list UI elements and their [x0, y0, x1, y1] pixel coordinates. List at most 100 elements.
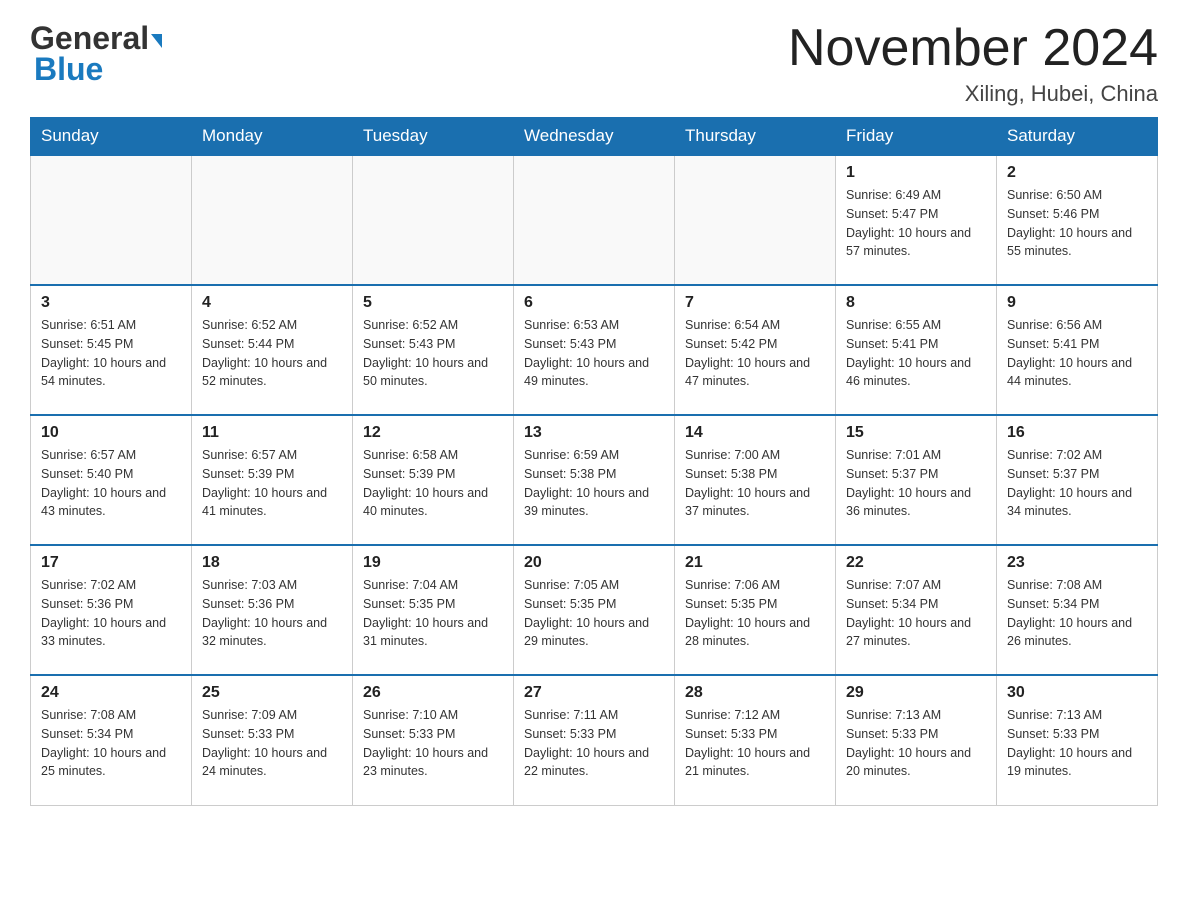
logo-blue-text: Blue — [34, 51, 103, 88]
day-number: 2 — [1007, 164, 1147, 182]
calendar-cell: 13 Sunrise: 6:59 AMSunset: 5:38 PMDayligh… — [514, 415, 675, 545]
day-info: Sunrise: 7:13 AMSunset: 5:33 PMDaylight:… — [1007, 706, 1147, 781]
calendar-cell — [192, 155, 353, 285]
calendar-cell: 7 Sunrise: 6:54 AMSunset: 5:42 PMDaylight… — [675, 285, 836, 415]
day-info: Sunrise: 6:52 AMSunset: 5:44 PMDaylight:… — [202, 316, 342, 391]
day-number: 24 — [41, 684, 181, 702]
calendar-cell — [353, 155, 514, 285]
day-number: 13 — [524, 424, 664, 442]
day-number: 23 — [1007, 554, 1147, 572]
day-info: Sunrise: 7:08 AMSunset: 5:34 PMDaylight:… — [1007, 576, 1147, 651]
calendar-cell — [514, 155, 675, 285]
calendar-cell: 14 Sunrise: 7:00 AMSunset: 5:38 PMDayligh… — [675, 415, 836, 545]
day-info: Sunrise: 6:50 AMSunset: 5:46 PMDaylight:… — [1007, 186, 1147, 261]
calendar-cell: 10Sunrise: 6:57 AMSunset: 5:40 PMDayligh… — [31, 415, 192, 545]
day-info: Sunrise: 6:54 AMSunset: 5:42 PMDaylight:… — [685, 316, 825, 391]
day-info: Sunrise: 6:56 AMSunset: 5:41 PMDaylight:… — [1007, 316, 1147, 391]
day-number: 28 — [685, 684, 825, 702]
day-number: 29 — [846, 684, 986, 702]
day-info: Sunrise: 7:05 AMSunset: 5:35 PMDaylight:… — [524, 576, 664, 651]
calendar-cell: 16 Sunrise: 7:02 AMSunset: 5:37 PMDayligh… — [997, 415, 1158, 545]
page-header: General Blue November 2024 Xiling, Hubei… — [30, 20, 1158, 107]
day-number: 15 — [846, 424, 986, 442]
day-info: Sunrise: 7:00 AMSunset: 5:38 PMDaylight:… — [685, 446, 825, 521]
day-number: 9 — [1007, 294, 1147, 312]
calendar-cell: 26 Sunrise: 7:10 AMSunset: 5:33 PMDayligh… — [353, 675, 514, 805]
day-number: 8 — [846, 294, 986, 312]
calendar-cell: 24 Sunrise: 7:08 AMSunset: 5:34 PMDayligh… — [31, 675, 192, 805]
day-number: 30 — [1007, 684, 1147, 702]
day-number: 26 — [363, 684, 503, 702]
day-number: 14 — [685, 424, 825, 442]
location-subtitle: Xiling, Hubei, China — [788, 81, 1158, 107]
calendar-cell: 3Sunrise: 6:51 AMSunset: 5:45 PMDaylight… — [31, 285, 192, 415]
calendar-cell — [675, 155, 836, 285]
calendar-cell: 4 Sunrise: 6:52 AMSunset: 5:44 PMDaylight… — [192, 285, 353, 415]
weekday-header-friday: Friday — [836, 118, 997, 156]
calendar-cell: 6Sunrise: 6:53 AMSunset: 5:43 PMDaylight… — [514, 285, 675, 415]
day-info: Sunrise: 6:58 AMSunset: 5:39 PMDaylight:… — [363, 446, 503, 521]
calendar-cell: 8 Sunrise: 6:55 AMSunset: 5:41 PMDaylight… — [836, 285, 997, 415]
week-row-1: 1 Sunrise: 6:49 AMSunset: 5:47 PMDaylight… — [31, 155, 1158, 285]
day-number: 1 — [846, 164, 986, 182]
day-info: Sunrise: 6:57 AMSunset: 5:39 PMDaylight:… — [202, 446, 342, 521]
weekday-header-row: SundayMondayTuesdayWednesdayThursdayFrid… — [31, 118, 1158, 156]
week-row-5: 24 Sunrise: 7:08 AMSunset: 5:34 PMDayligh… — [31, 675, 1158, 805]
day-info: Sunrise: 7:02 AMSunset: 5:37 PMDaylight:… — [1007, 446, 1147, 521]
calendar-cell: 11 Sunrise: 6:57 AMSunset: 5:39 PMDayligh… — [192, 415, 353, 545]
weekday-header-sunday: Sunday — [31, 118, 192, 156]
day-info: Sunrise: 7:13 AMSunset: 5:33 PMDaylight:… — [846, 706, 986, 781]
day-info: Sunrise: 7:01 AMSunset: 5:37 PMDaylight:… — [846, 446, 986, 521]
day-number: 7 — [685, 294, 825, 312]
calendar-cell: 21Sunrise: 7:06 AMSunset: 5:35 PMDayligh… — [675, 545, 836, 675]
day-number: 19 — [363, 554, 503, 572]
day-number: 11 — [202, 424, 342, 442]
title-area: November 2024 Xiling, Hubei, China — [788, 20, 1158, 107]
day-number: 21 — [685, 554, 825, 572]
calendar-cell: 23 Sunrise: 7:08 AMSunset: 5:34 PMDayligh… — [997, 545, 1158, 675]
logo-triangle-icon — [151, 34, 162, 48]
calendar-cell: 12Sunrise: 6:58 AMSunset: 5:39 PMDayligh… — [353, 415, 514, 545]
month-year-title: November 2024 — [788, 20, 1158, 77]
day-number: 3 — [41, 294, 181, 312]
calendar-cell: 1 Sunrise: 6:49 AMSunset: 5:47 PMDaylight… — [836, 155, 997, 285]
day-info: Sunrise: 6:52 AMSunset: 5:43 PMDaylight:… — [363, 316, 503, 391]
calendar-cell: 28 Sunrise: 7:12 AMSunset: 5:33 PMDayligh… — [675, 675, 836, 805]
week-row-3: 10Sunrise: 6:57 AMSunset: 5:40 PMDayligh… — [31, 415, 1158, 545]
day-info: Sunrise: 6:49 AMSunset: 5:47 PMDaylight:… — [846, 186, 986, 261]
day-info: Sunrise: 7:09 AMSunset: 5:33 PMDaylight:… — [202, 706, 342, 781]
day-number: 22 — [846, 554, 986, 572]
weekday-header-monday: Monday — [192, 118, 353, 156]
day-info: Sunrise: 7:02 AMSunset: 5:36 PMDaylight:… — [41, 576, 181, 651]
calendar-cell: 18 Sunrise: 7:03 AMSunset: 5:36 PMDayligh… — [192, 545, 353, 675]
day-number: 18 — [202, 554, 342, 572]
calendar-cell: 19 Sunrise: 7:04 AMSunset: 5:35 PMDayligh… — [353, 545, 514, 675]
day-info: Sunrise: 6:59 AMSunset: 5:38 PMDaylight:… — [524, 446, 664, 521]
day-info: Sunrise: 7:10 AMSunset: 5:33 PMDaylight:… — [363, 706, 503, 781]
day-info: Sunrise: 7:04 AMSunset: 5:35 PMDaylight:… — [363, 576, 503, 651]
calendar-cell: 29 Sunrise: 7:13 AMSunset: 5:33 PMDayligh… — [836, 675, 997, 805]
calendar-cell: 17 Sunrise: 7:02 AMSunset: 5:36 PMDayligh… — [31, 545, 192, 675]
week-row-2: 3Sunrise: 6:51 AMSunset: 5:45 PMDaylight… — [31, 285, 1158, 415]
day-number: 20 — [524, 554, 664, 572]
day-info: Sunrise: 7:03 AMSunset: 5:36 PMDaylight:… — [202, 576, 342, 651]
day-info: Sunrise: 7:08 AMSunset: 5:34 PMDaylight:… — [41, 706, 181, 781]
day-info: Sunrise: 7:11 AMSunset: 5:33 PMDaylight:… — [524, 706, 664, 781]
calendar-cell: 2 Sunrise: 6:50 AMSunset: 5:46 PMDaylight… — [997, 155, 1158, 285]
day-number: 16 — [1007, 424, 1147, 442]
calendar-cell: 20 Sunrise: 7:05 AMSunset: 5:35 PMDayligh… — [514, 545, 675, 675]
weekday-header-wednesday: Wednesday — [514, 118, 675, 156]
day-info: Sunrise: 7:12 AMSunset: 5:33 PMDaylight:… — [685, 706, 825, 781]
calendar-table: SundayMondayTuesdayWednesdayThursdayFrid… — [30, 117, 1158, 806]
day-info: Sunrise: 6:57 AMSunset: 5:40 PMDaylight:… — [41, 446, 181, 521]
day-info: Sunrise: 6:55 AMSunset: 5:41 PMDaylight:… — [846, 316, 986, 391]
day-number: 25 — [202, 684, 342, 702]
day-number: 17 — [41, 554, 181, 572]
day-info: Sunrise: 7:07 AMSunset: 5:34 PMDaylight:… — [846, 576, 986, 651]
calendar-cell: 9 Sunrise: 6:56 AMSunset: 5:41 PMDaylight… — [997, 285, 1158, 415]
calendar-cell: 27Sunrise: 7:11 AMSunset: 5:33 PMDayligh… — [514, 675, 675, 805]
weekday-header-thursday: Thursday — [675, 118, 836, 156]
logo: General Blue — [30, 20, 162, 88]
day-number: 4 — [202, 294, 342, 312]
calendar-cell — [31, 155, 192, 285]
